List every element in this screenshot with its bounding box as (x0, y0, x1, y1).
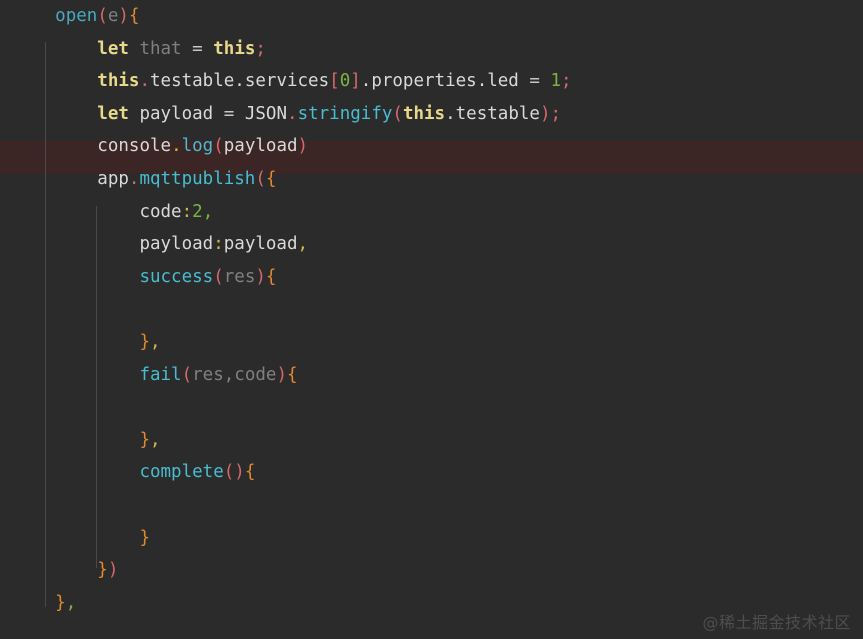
code-line-7[interactable]: code:2, (0, 196, 863, 229)
code-line-2[interactable]: let that = this; (0, 33, 863, 66)
token-prop-testable: testable (150, 71, 235, 92)
token-key-payload: payload (139, 234, 214, 255)
token-function-mqttpublish: mqttpublish (139, 168, 256, 189)
token-function-complete: complete (139, 462, 224, 483)
token-var-payload: payload (139, 103, 214, 124)
code-line-3[interactable]: this.testable.services[0].properties.led… (0, 65, 863, 98)
token-keyword-this: this (402, 103, 446, 124)
code-line-16[interactable] (0, 489, 863, 522)
token-key-code: code (139, 201, 182, 222)
token-keyword-let: let (97, 38, 129, 59)
token-keyword-this: this (97, 71, 140, 92)
token-paren-open: ( (97, 6, 108, 26)
token-operator-assign: = (529, 71, 540, 92)
code-line-13[interactable] (0, 391, 863, 424)
code-line-4[interactable]: let payload = JSON.stringify(this.testab… (0, 98, 863, 131)
token-object-console: console (97, 136, 172, 157)
code-line-12[interactable]: fail(res,code){ (0, 359, 863, 392)
token-param-code: code (234, 364, 277, 385)
token-prop-services: services (244, 71, 330, 92)
token-var-that: that (139, 38, 182, 59)
token-keyword-let: let (97, 103, 129, 124)
token-keyword-this: this (213, 38, 256, 59)
token-operator-assign: = (192, 38, 203, 59)
code-line-8[interactable]: payload:payload, (0, 228, 863, 261)
code-line-14[interactable]: }, (0, 424, 863, 457)
code-line-19[interactable]: }, (0, 587, 863, 620)
code-line-9[interactable]: success(res){ (0, 261, 863, 294)
code-line-6[interactable]: app.mqttpublish({ (0, 163, 863, 196)
token-function-fail: fail (139, 364, 182, 385)
token-semicolon: ; (550, 103, 562, 124)
token-object-app: app (97, 168, 129, 189)
code-line-15[interactable]: complete(){ (0, 456, 863, 489)
token-paren-close: ) (118, 6, 129, 26)
token-semicolon: ; (255, 38, 266, 59)
token-prop-led: led (487, 71, 519, 92)
token-function-log: log (181, 136, 214, 157)
token-number-one: 1 (550, 71, 562, 92)
token-object-json: JSON (244, 103, 288, 124)
code-line-18[interactable]: }) (0, 554, 863, 587)
token-semicolon: ; (561, 71, 572, 92)
code-line-11[interactable]: }, (0, 326, 863, 359)
token-param-res: res (223, 266, 256, 287)
token-function-success: success (139, 266, 214, 287)
token-function-open: open (55, 6, 98, 26)
code-line-5[interactable]: console.log(payload) (0, 130, 863, 163)
code-line-17[interactable]: } (0, 522, 863, 555)
code-editor-surface[interactable]: open(e){ let that = this; this.testable.… (0, 0, 863, 639)
token-prop-testable: testable (455, 103, 540, 124)
token-prop-properties: properties (371, 71, 477, 92)
token-param-res: res (192, 364, 224, 385)
code-line-10[interactable] (0, 293, 863, 326)
token-number-index: 0 (339, 71, 351, 92)
token-number-two: 2 (192, 201, 203, 222)
token-value-payload: payload (223, 234, 298, 255)
code-block[interactable]: open(e){ let that = this; this.testable.… (0, 0, 863, 619)
token-brace-open: { (128, 6, 140, 26)
code-line-1[interactable]: open(e){ (0, 0, 863, 33)
token-function-stringify: stringify (297, 103, 393, 124)
token-param-e: e (107, 6, 119, 26)
token-operator-assign: = (223, 103, 235, 124)
token-arg-payload: payload (223, 136, 298, 157)
